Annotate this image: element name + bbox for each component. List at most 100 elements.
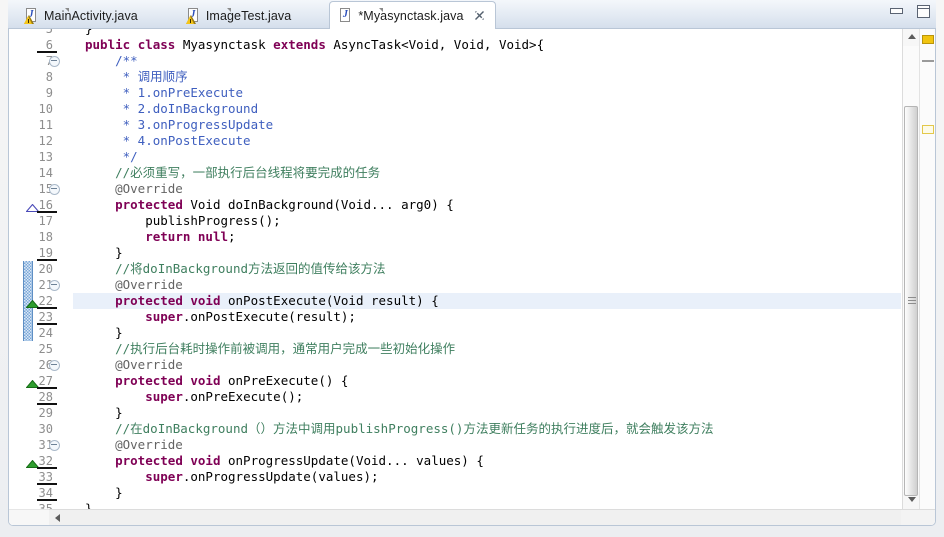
vertical-scrollbar[interactable]	[902, 29, 919, 509]
code-token: @Override	[85, 181, 183, 196]
code-line[interactable]: publishProgress();	[85, 213, 281, 229]
folding-collapse-icon[interactable]	[49, 56, 60, 67]
overview-warning-marker[interactable]	[922, 35, 934, 44]
code-line[interactable]: super.onPreExecute();	[85, 389, 303, 405]
occurrence-underline	[37, 323, 57, 325]
code-token: //在doInBackground（）方法中调用publishProgress(…	[85, 421, 714, 436]
code-line[interactable]: }	[85, 405, 123, 421]
occurrence-underline	[37, 499, 57, 501]
code-token: void	[190, 293, 221, 308]
code-line[interactable]: protected Void doInBackground(Void... ar…	[85, 197, 454, 213]
code-line[interactable]: protected void onPreExecute() {	[85, 373, 348, 389]
code-token: null	[197, 229, 229, 244]
code-token: .onPreExecute();	[182, 389, 304, 404]
code-token: super	[145, 309, 183, 324]
code-token: publishProgress();	[85, 213, 281, 228]
scroll-grip-icon	[908, 297, 916, 306]
code-line[interactable]: super.onProgressUpdate(values);	[85, 469, 378, 485]
vertical-scroll-track[interactable]	[903, 46, 919, 496]
code-text-area[interactable]: }public class Myasynctask extends AsyncT…	[73, 29, 901, 525]
code-line[interactable]: */	[85, 149, 138, 165]
code-token: /**	[85, 53, 138, 68]
code-token: * 2.doInBackground	[85, 101, 259, 116]
line-number: 10	[38, 102, 53, 116]
line-number: 21	[38, 278, 53, 292]
code-line[interactable]: * 4.onPostExecute	[85, 133, 251, 149]
code-token: protected	[115, 293, 183, 308]
code-token: class	[137, 37, 176, 52]
code-token: }	[85, 29, 93, 36]
java-file-icon: J	[339, 8, 384, 23]
code-line[interactable]: }	[85, 325, 123, 341]
code-line[interactable]: protected void onPostExecute(Void result…	[85, 293, 439, 309]
code-line[interactable]: }	[85, 245, 123, 261]
tab-imagetest[interactable]: J ImageTest.java	[178, 2, 301, 29]
line-number: 29	[38, 406, 53, 420]
code-token: super	[145, 469, 183, 484]
code-line[interactable]: protected void onProgressUpdate(Void... …	[85, 453, 484, 469]
code-line[interactable]: * 1.onPreExecute	[85, 85, 243, 101]
code-line[interactable]: //执行后台耗时操作前被调用，通常用户完成一些初始化操作	[85, 341, 455, 357]
overview-warning-marker[interactable]	[922, 125, 934, 134]
tab-label: ImageTest.java	[205, 8, 292, 23]
folding-collapse-icon[interactable]	[49, 440, 60, 451]
code-token: extends	[273, 37, 326, 52]
code-token: public	[85, 37, 131, 52]
code-line[interactable]: //将doInBackground方法返回的值传给该方法	[85, 261, 386, 277]
scrollbar-corner	[901, 509, 935, 525]
code-line[interactable]: super.onPostExecute(result);	[85, 309, 356, 325]
minimize-button[interactable]	[889, 4, 906, 19]
code-line[interactable]: }	[85, 485, 123, 501]
code-token: onPreExecute() {	[220, 373, 349, 388]
code-line[interactable]: @Override	[85, 357, 183, 373]
horizontal-scrollbar[interactable]	[49, 509, 901, 525]
code-token: super	[145, 389, 183, 404]
line-number: 15	[38, 182, 53, 196]
code-line[interactable]: }	[85, 29, 93, 37]
code-line[interactable]: @Override	[85, 181, 183, 197]
scroll-up-icon[interactable]	[903, 29, 920, 46]
code-line[interactable]: //在doInBackground（）方法中调用publishProgress(…	[85, 421, 713, 437]
vertical-scroll-thumb[interactable]	[904, 106, 918, 496]
close-icon[interactable]	[474, 10, 485, 21]
code-line[interactable]: @Override	[85, 437, 183, 453]
line-number: 5	[45, 29, 53, 36]
maximize-button[interactable]	[915, 4, 932, 19]
code-line[interactable]: * 调用顺序	[85, 69, 188, 85]
code-line[interactable]: * 2.doInBackground	[85, 101, 258, 117]
window-controls	[889, 4, 932, 19]
code-token: }	[85, 325, 123, 340]
code-token: //将doInBackground方法返回的值传给该方法	[85, 261, 386, 276]
code-line[interactable]: /**	[85, 53, 138, 69]
line-number: 24	[38, 326, 53, 340]
scroll-left-icon[interactable]	[49, 510, 66, 525]
code-line[interactable]: public class Myasynctask extends AsyncTa…	[85, 37, 544, 53]
line-number: 9	[45, 86, 53, 100]
code-line[interactable]: * 3.onProgressUpdate	[85, 117, 274, 133]
tab-label: MainActivity.java	[44, 8, 138, 23]
code-token: @Override	[85, 437, 183, 452]
occurrence-underline	[37, 51, 57, 53]
code-token: * 1.onPreExecute	[85, 85, 244, 100]
horizontal-scroll-thumb[interactable]	[66, 511, 901, 524]
overview-ruler[interactable]	[919, 29, 935, 509]
occurrence-underline	[37, 387, 57, 389]
tab-mainactivity[interactable]: J MainActivity.java	[16, 2, 148, 29]
code-line[interactable]: @Override	[85, 277, 183, 293]
tab-myasynctask[interactable]: J *Myasynctask.java	[329, 1, 496, 29]
occurrence-underline	[37, 483, 57, 485]
editor-gutter[interactable]: 5678910111213141516171819202122232425262…	[9, 29, 73, 525]
folding-collapse-icon[interactable]	[49, 280, 60, 291]
line-number: 18	[38, 230, 53, 244]
scrollbar-corner-left	[9, 509, 49, 525]
code-line[interactable]: return null;	[85, 229, 235, 245]
code-line[interactable]: //必须重写，一部执行后台线程将要完成的任务	[85, 165, 380, 181]
code-token: */	[85, 149, 138, 164]
scroll-down-icon[interactable]	[903, 492, 920, 509]
folding-collapse-icon[interactable]	[49, 184, 60, 195]
code-editor: 5678910111213141516171819202122232425262…	[8, 29, 936, 526]
folding-collapse-icon[interactable]	[49, 360, 60, 371]
